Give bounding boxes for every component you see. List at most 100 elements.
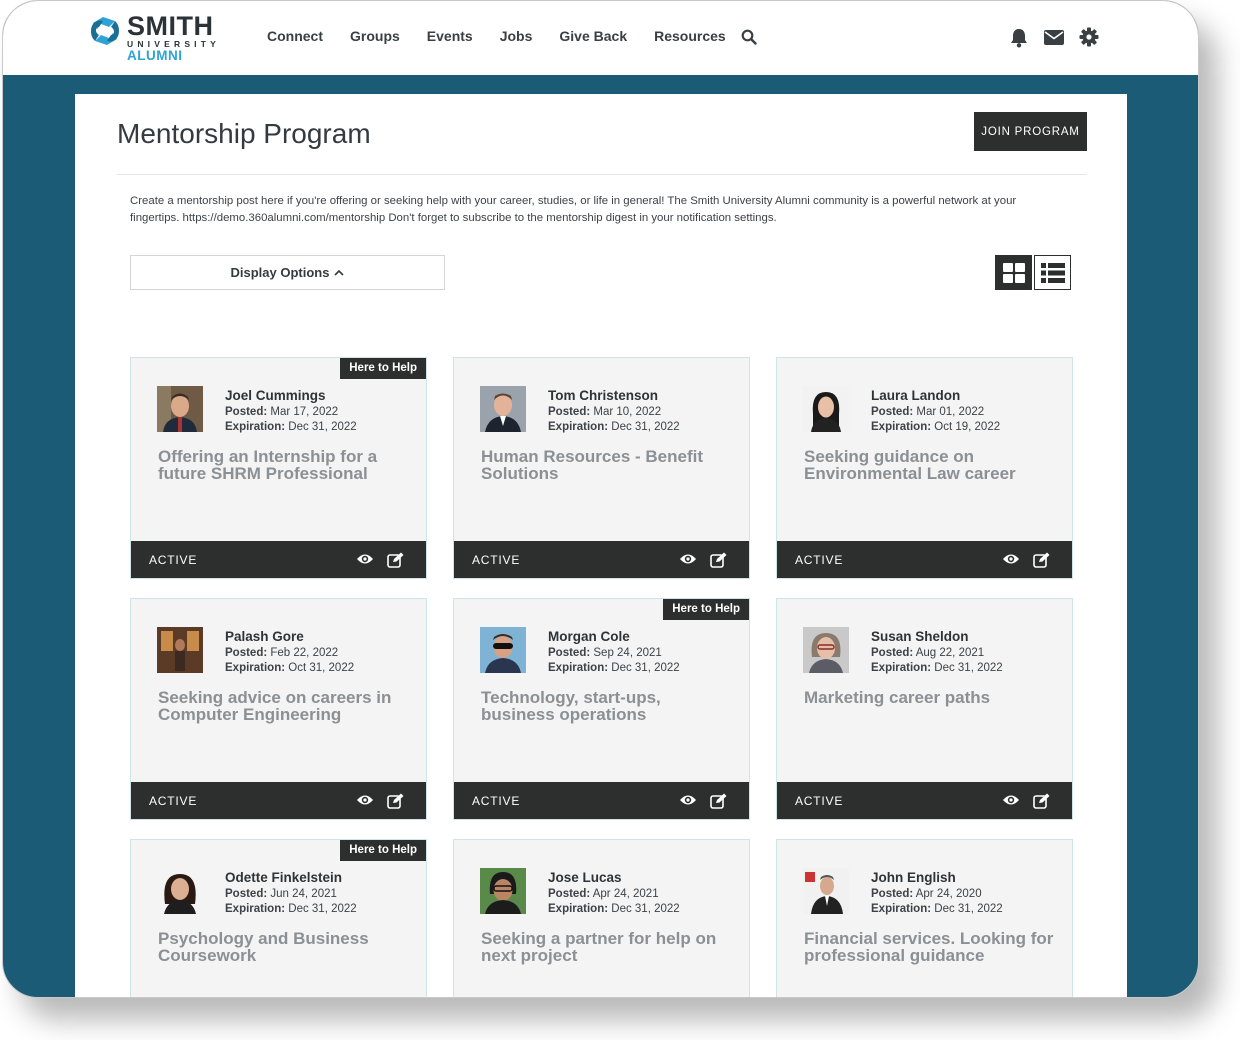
smith-alumni-logo[interactable]: SMITH UNIVERSITY ALUMNI <box>87 11 237 63</box>
page-title: Mentorship Program <box>117 118 371 149</box>
avatar-photo <box>480 627 526 673</box>
nav-resources[interactable]: Resources <box>654 28 726 44</box>
mentorship-card[interactable]: Jose Lucas Posted: Apr 24, 2021 Expirati… <box>453 839 750 997</box>
avatar[interactable] <box>480 868 526 914</box>
post-title[interactable]: Financial services. Looking for professi… <box>804 930 1054 964</box>
edit-icon[interactable] <box>1033 552 1050 568</box>
eye-icon[interactable] <box>1002 552 1020 566</box>
posted-date: Posted: Jun 24, 2021 <box>225 888 357 900</box>
edit-icon[interactable] <box>710 793 727 809</box>
mentor-name[interactable]: Susan Sheldon <box>871 629 1003 644</box>
post-title[interactable]: Seeking a partner for help on next proje… <box>481 930 731 964</box>
expiration-label: Expiration: <box>225 421 286 433</box>
expiration-date: Expiration: Oct 31, 2022 <box>225 662 354 674</box>
edit-icon[interactable] <box>387 552 404 568</box>
mentor-name[interactable]: Joel Cummings <box>225 388 357 403</box>
mentor-name[interactable]: Jose Lucas <box>548 870 680 885</box>
expiration-label: Expiration: <box>871 662 932 674</box>
avatar-photo <box>480 868 526 914</box>
post-title[interactable]: Offering an Internship for a future SHRM… <box>158 448 408 482</box>
expiration-label: Expiration: <box>548 421 609 433</box>
expiration-label: Expiration: <box>871 903 932 915</box>
join-program-button[interactable]: JOIN PROGRAM <box>974 112 1087 151</box>
mentorship-card[interactable]: Here to Help Morgan Cole Posted: Sep 24,… <box>453 598 750 820</box>
card-footer: ACTIVE <box>454 541 749 578</box>
avatar[interactable] <box>157 627 203 673</box>
eye-icon[interactable] <box>679 552 697 566</box>
avatar-photo <box>803 868 849 914</box>
mentorship-card[interactable]: Susan Sheldon Posted: Aug 22, 2021 Expir… <box>776 598 1073 820</box>
avatar[interactable] <box>803 386 849 432</box>
expiration-label: Expiration: <box>225 903 286 915</box>
expiration-value: Dec 31, 2022 <box>611 662 680 674</box>
post-title[interactable]: Marketing career paths <box>804 689 1054 706</box>
gear-icon[interactable] <box>1079 27 1099 47</box>
expiration-label: Expiration: <box>548 903 609 915</box>
avatar-photo <box>803 627 849 673</box>
here-to-help-badge: Here to Help <box>340 840 426 861</box>
envelope-icon[interactable] <box>1043 27 1065 47</box>
post-title[interactable]: Seeking guidance on Environmental Law ca… <box>804 448 1054 482</box>
expiration-label: Expiration: <box>548 662 609 674</box>
eye-icon[interactable] <box>356 793 374 807</box>
eye-icon[interactable] <box>1002 793 1020 807</box>
display-options-toggle[interactable]: Display Options <box>130 255 445 290</box>
posted-date: Posted: Sep 24, 2021 <box>548 647 680 659</box>
card-meta: John English Posted: Apr 24, 2020 Expira… <box>871 870 1003 918</box>
avatar[interactable] <box>157 386 203 432</box>
avatar[interactable] <box>480 627 526 673</box>
posted-value: Aug 22, 2021 <box>915 647 985 659</box>
card-meta: Jose Lucas Posted: Apr 24, 2021 Expirati… <box>548 870 680 918</box>
search-icon[interactable] <box>741 29 757 45</box>
avatar[interactable] <box>803 627 849 673</box>
mentor-name[interactable]: Palash Gore <box>225 629 354 644</box>
card-footer: ACTIVE <box>131 541 426 578</box>
nav-connect[interactable]: Connect <box>267 28 323 44</box>
nav-give-back[interactable]: Give Back <box>559 28 627 44</box>
view-mode-toggle <box>995 255 1071 290</box>
nav-groups[interactable]: Groups <box>350 28 400 44</box>
mentorship-card[interactable]: Tom Christenson Posted: Mar 10, 2022 Exp… <box>453 357 750 579</box>
post-title[interactable]: Human Resources - Benefit Solutions <box>481 448 731 482</box>
mentorship-card[interactable]: Here to Help Joel Cummings Posted: Mar 1… <box>130 357 427 579</box>
avatar[interactable] <box>803 868 849 914</box>
expiration-date: Expiration: Oct 19, 2022 <box>871 421 1000 433</box>
expiration-value: Dec 31, 2022 <box>934 903 1003 915</box>
nav-events[interactable]: Events <box>427 28 473 44</box>
header-divider <box>117 174 1087 175</box>
eye-icon[interactable] <box>356 552 374 566</box>
eye-icon[interactable] <box>679 793 697 807</box>
expiration-label: Expiration: <box>225 662 286 674</box>
mentor-name[interactable]: Laura Landon <box>871 388 1000 403</box>
card-actions <box>1002 793 1050 809</box>
status-badge: ACTIVE <box>149 552 198 567</box>
status-badge: ACTIVE <box>795 552 844 567</box>
card-footer: ACTIVE <box>777 782 1072 819</box>
posted-label: Posted: <box>548 888 591 900</box>
edit-icon[interactable] <box>387 793 404 809</box>
mentor-name[interactable]: John English <box>871 870 1003 885</box>
mentor-name[interactable]: Tom Christenson <box>548 388 680 403</box>
post-title[interactable]: Psychology and Business Coursework <box>158 930 408 964</box>
posted-date: Posted: Apr 24, 2020 <box>871 888 1003 900</box>
mentor-name[interactable]: Odette Finkelstein <box>225 870 357 885</box>
list-view-button[interactable] <box>1034 255 1071 290</box>
expiration-value: Oct 19, 2022 <box>934 421 1001 433</box>
edit-icon[interactable] <box>1033 793 1050 809</box>
avatar[interactable] <box>157 868 203 914</box>
mentorship-card[interactable]: Palash Gore Posted: Feb 22, 2022 Expirat… <box>130 598 427 820</box>
post-title[interactable]: Seeking advice on careers in Computer En… <box>158 689 408 723</box>
post-title[interactable]: Technology, start-ups, business operatio… <box>481 689 731 723</box>
posted-date: Posted: Feb 22, 2022 <box>225 647 354 659</box>
grid-view-button[interactable] <box>995 255 1032 290</box>
bell-icon[interactable] <box>1009 27 1029 48</box>
nav-jobs[interactable]: Jobs <box>500 28 533 44</box>
posted-value: Apr 24, 2020 <box>915 888 982 900</box>
card-meta: Palash Gore Posted: Feb 22, 2022 Expirat… <box>225 629 354 677</box>
mentor-name[interactable]: Morgan Cole <box>548 629 680 644</box>
mentorship-card[interactable]: Laura Landon Posted: Mar 01, 2022 Expira… <box>776 357 1073 579</box>
avatar[interactable] <box>480 386 526 432</box>
edit-icon[interactable] <box>710 552 727 568</box>
mentorship-card[interactable]: John English Posted: Apr 24, 2020 Expira… <box>776 839 1073 997</box>
mentorship-card[interactable]: Here to Help Odette Finkelstein Posted: … <box>130 839 427 997</box>
